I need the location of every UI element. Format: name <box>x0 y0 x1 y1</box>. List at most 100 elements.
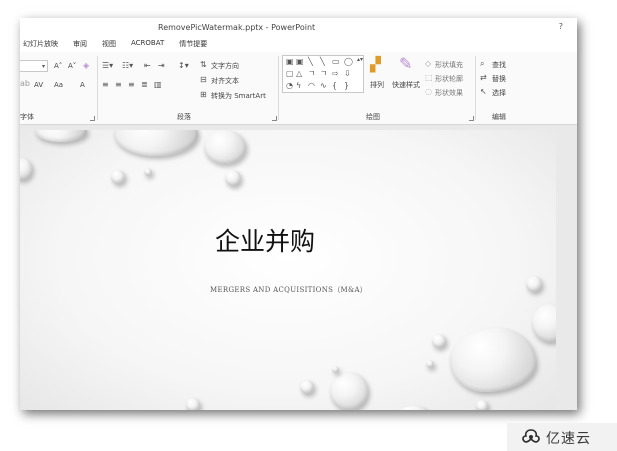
help-button[interactable]: ? <box>559 22 563 31</box>
text-direction-button[interactable]: 文字方向 <box>211 61 239 71</box>
rect-shape-icon[interactable]: ▭ <box>332 58 340 66</box>
numbering-icon[interactable]: ☷▾ <box>122 62 133 70</box>
water-drop <box>396 406 432 410</box>
cloud-logo-icon <box>522 429 540 443</box>
replace-button[interactable]: 替换 <box>492 74 506 84</box>
font-size-dropdown-icon[interactable]: ▾ <box>42 63 45 71</box>
ribbon: ▾ A˄ A˅ ◈ ab AV Aa A 字体 ☰▾ ☷▾ ⇤ ⇥ ↕▾ ≡ ≡… <box>20 52 577 125</box>
water-drop <box>330 372 368 410</box>
brace-right-shape-icon[interactable]: } <box>344 82 349 90</box>
align-right-icon[interactable]: ≡ <box>128 81 135 89</box>
arrange-button[interactable]: 排列 <box>370 80 384 90</box>
water-drop <box>332 366 339 373</box>
water-drop <box>204 130 246 164</box>
shrink-font-button[interactable]: A˅ <box>68 62 76 70</box>
align-left-icon[interactable]: ≡ <box>102 81 109 89</box>
editing-group-label: 编辑 <box>492 113 506 121</box>
convert-smartart-button[interactable]: 转换为 SmartArt <box>211 91 266 101</box>
shape-fill-icon: ◇ <box>425 59 432 68</box>
drawing-dialog-launcher-icon[interactable] <box>469 116 474 121</box>
separator <box>475 56 476 120</box>
slide-editing-area: 企业并购 MERGERS AND ACQUISITIONS（M&A） <box>20 125 577 410</box>
watermark-text: 亿速云 <box>546 431 591 447</box>
brace-left-shape-icon[interactable]: { <box>332 82 337 90</box>
curve-shape-icon[interactable]: ◠ <box>308 82 315 90</box>
line-shape-icon[interactable]: ╲ <box>308 58 313 66</box>
align-text-button[interactable]: 对齐文本 <box>211 76 239 86</box>
grow-font-button[interactable]: A˄ <box>54 62 62 70</box>
water-drop <box>426 360 434 368</box>
rounded-shape-icon[interactable]: ◔ <box>286 82 293 90</box>
shape-outline-icon: ⬚ <box>425 73 433 82</box>
shapes-gallery[interactable]: ▣ ▣ ╲ ╲ ▭ ◯ ▢ △ ㄱ ㄱ ⇨ ⇩ ◔ ϟ ◠ ∿ { } <box>282 55 364 93</box>
water-drop <box>186 398 200 410</box>
ribbon-tabs: 幻灯片放映 审阅 视图 ACROBAT 情节提要 <box>20 36 577 52</box>
select-button[interactable]: 选择 <box>492 88 506 98</box>
water-drop <box>432 334 446 348</box>
tab-acrobat[interactable]: ACROBAT <box>125 36 173 52</box>
line-spacing-icon[interactable]: ↕▾ <box>178 62 189 70</box>
char-spacing-button[interactable]: AV <box>34 81 43 89</box>
change-case-button[interactable]: Aa <box>54 81 63 89</box>
arrow-down-shape-icon[interactable]: ⇩ <box>344 70 351 78</box>
oval-shape-icon[interactable]: ◯ <box>344 58 353 66</box>
align-center-icon[interactable]: ≡ <box>115 81 122 89</box>
font-group-label: 字体 <box>20 113 34 121</box>
columns-icon[interactable]: ▥ <box>154 81 162 89</box>
water-drop <box>526 276 542 292</box>
watermark-badge: 亿速云 <box>507 423 617 451</box>
lightning-shape-icon[interactable]: ϟ <box>296 82 301 90</box>
water-drop <box>225 170 241 186</box>
paragraph-dialog-launcher-icon[interactable] <box>272 116 277 121</box>
tab-storyboard[interactable]: 情节提要 <box>173 36 216 52</box>
replace-icon: ⇄ <box>480 73 487 82</box>
text-direction-icon: ⇅ <box>200 60 207 69</box>
triangle-shape-icon[interactable]: △ <box>296 70 302 78</box>
elbow2-shape-icon[interactable]: ㄱ <box>320 70 327 78</box>
vtextbox-shape-icon[interactable]: ▣ <box>296 58 304 66</box>
separator <box>278 56 279 120</box>
shape-effects-icon: ◌ <box>425 87 432 96</box>
find-button[interactable]: 查找 <box>492 60 506 70</box>
water-drop <box>111 170 125 184</box>
gallery-more-icon[interactable]: ▴▾ <box>357 56 363 64</box>
water-drop <box>476 400 488 410</box>
bullets-icon[interactable]: ☰▾ <box>102 62 113 70</box>
select-icon: ↖ <box>480 87 487 96</box>
strikethrough-icon[interactable]: ab <box>20 80 30 88</box>
smartart-icon: ⊞ <box>200 90 207 99</box>
decrease-indent-icon[interactable]: ⇤ <box>144 62 151 70</box>
increase-indent-icon[interactable]: ⇥ <box>158 62 165 70</box>
rect2-shape-icon[interactable]: ▢ <box>286 70 294 78</box>
paragraph-group-label: 段落 <box>177 113 191 121</box>
slide-canvas[interactable]: 企业并购 MERGERS AND ACQUISITIONS（M&A） <box>20 130 556 410</box>
shape-outline-button[interactable]: 形状轮廓 <box>435 74 463 84</box>
water-drop <box>300 380 314 394</box>
title-bar: RemovePicWatermak.pptx - PowerPoint ? <box>20 18 577 36</box>
quick-styles-button[interactable]: 快速样式 <box>392 80 420 90</box>
justify-icon[interactable]: ≣ <box>141 81 148 89</box>
textbox-shape-icon[interactable]: ▣ <box>286 58 294 66</box>
water-drop <box>450 328 536 392</box>
water-drop <box>35 130 87 142</box>
tab-slideshow[interactable]: 幻灯片放映 <box>20 36 67 52</box>
tab-view[interactable]: 视图 <box>96 36 125 52</box>
font-color-button[interactable]: A <box>80 81 85 89</box>
shape-effects-button[interactable]: 形状效果 <box>435 88 463 98</box>
wave-shape-icon[interactable]: ∿ <box>320 82 327 90</box>
drawing-group-label: 绘图 <box>366 113 380 121</box>
diag-line-shape-icon[interactable]: ╲ <box>320 58 325 66</box>
window-title: RemovePicWatermak.pptx - PowerPoint <box>158 23 316 32</box>
font-dialog-launcher-icon[interactable] <box>90 116 95 121</box>
water-drop <box>20 158 32 180</box>
slide-subtitle[interactable]: MERGERS AND ACQUISITIONS（M&A） <box>210 285 367 295</box>
slide-title[interactable]: 企业并购 <box>215 222 315 258</box>
water-drop <box>532 304 556 342</box>
elbow-shape-icon[interactable]: ㄱ <box>308 70 315 78</box>
water-drop <box>114 130 198 156</box>
clear-format-icon[interactable]: ◈ <box>83 62 89 70</box>
water-drop <box>144 168 152 176</box>
tab-review[interactable]: 审阅 <box>67 36 96 52</box>
shape-fill-button[interactable]: 形状填充 <box>435 60 463 70</box>
arrow-right-shape-icon[interactable]: ⇨ <box>332 70 339 78</box>
